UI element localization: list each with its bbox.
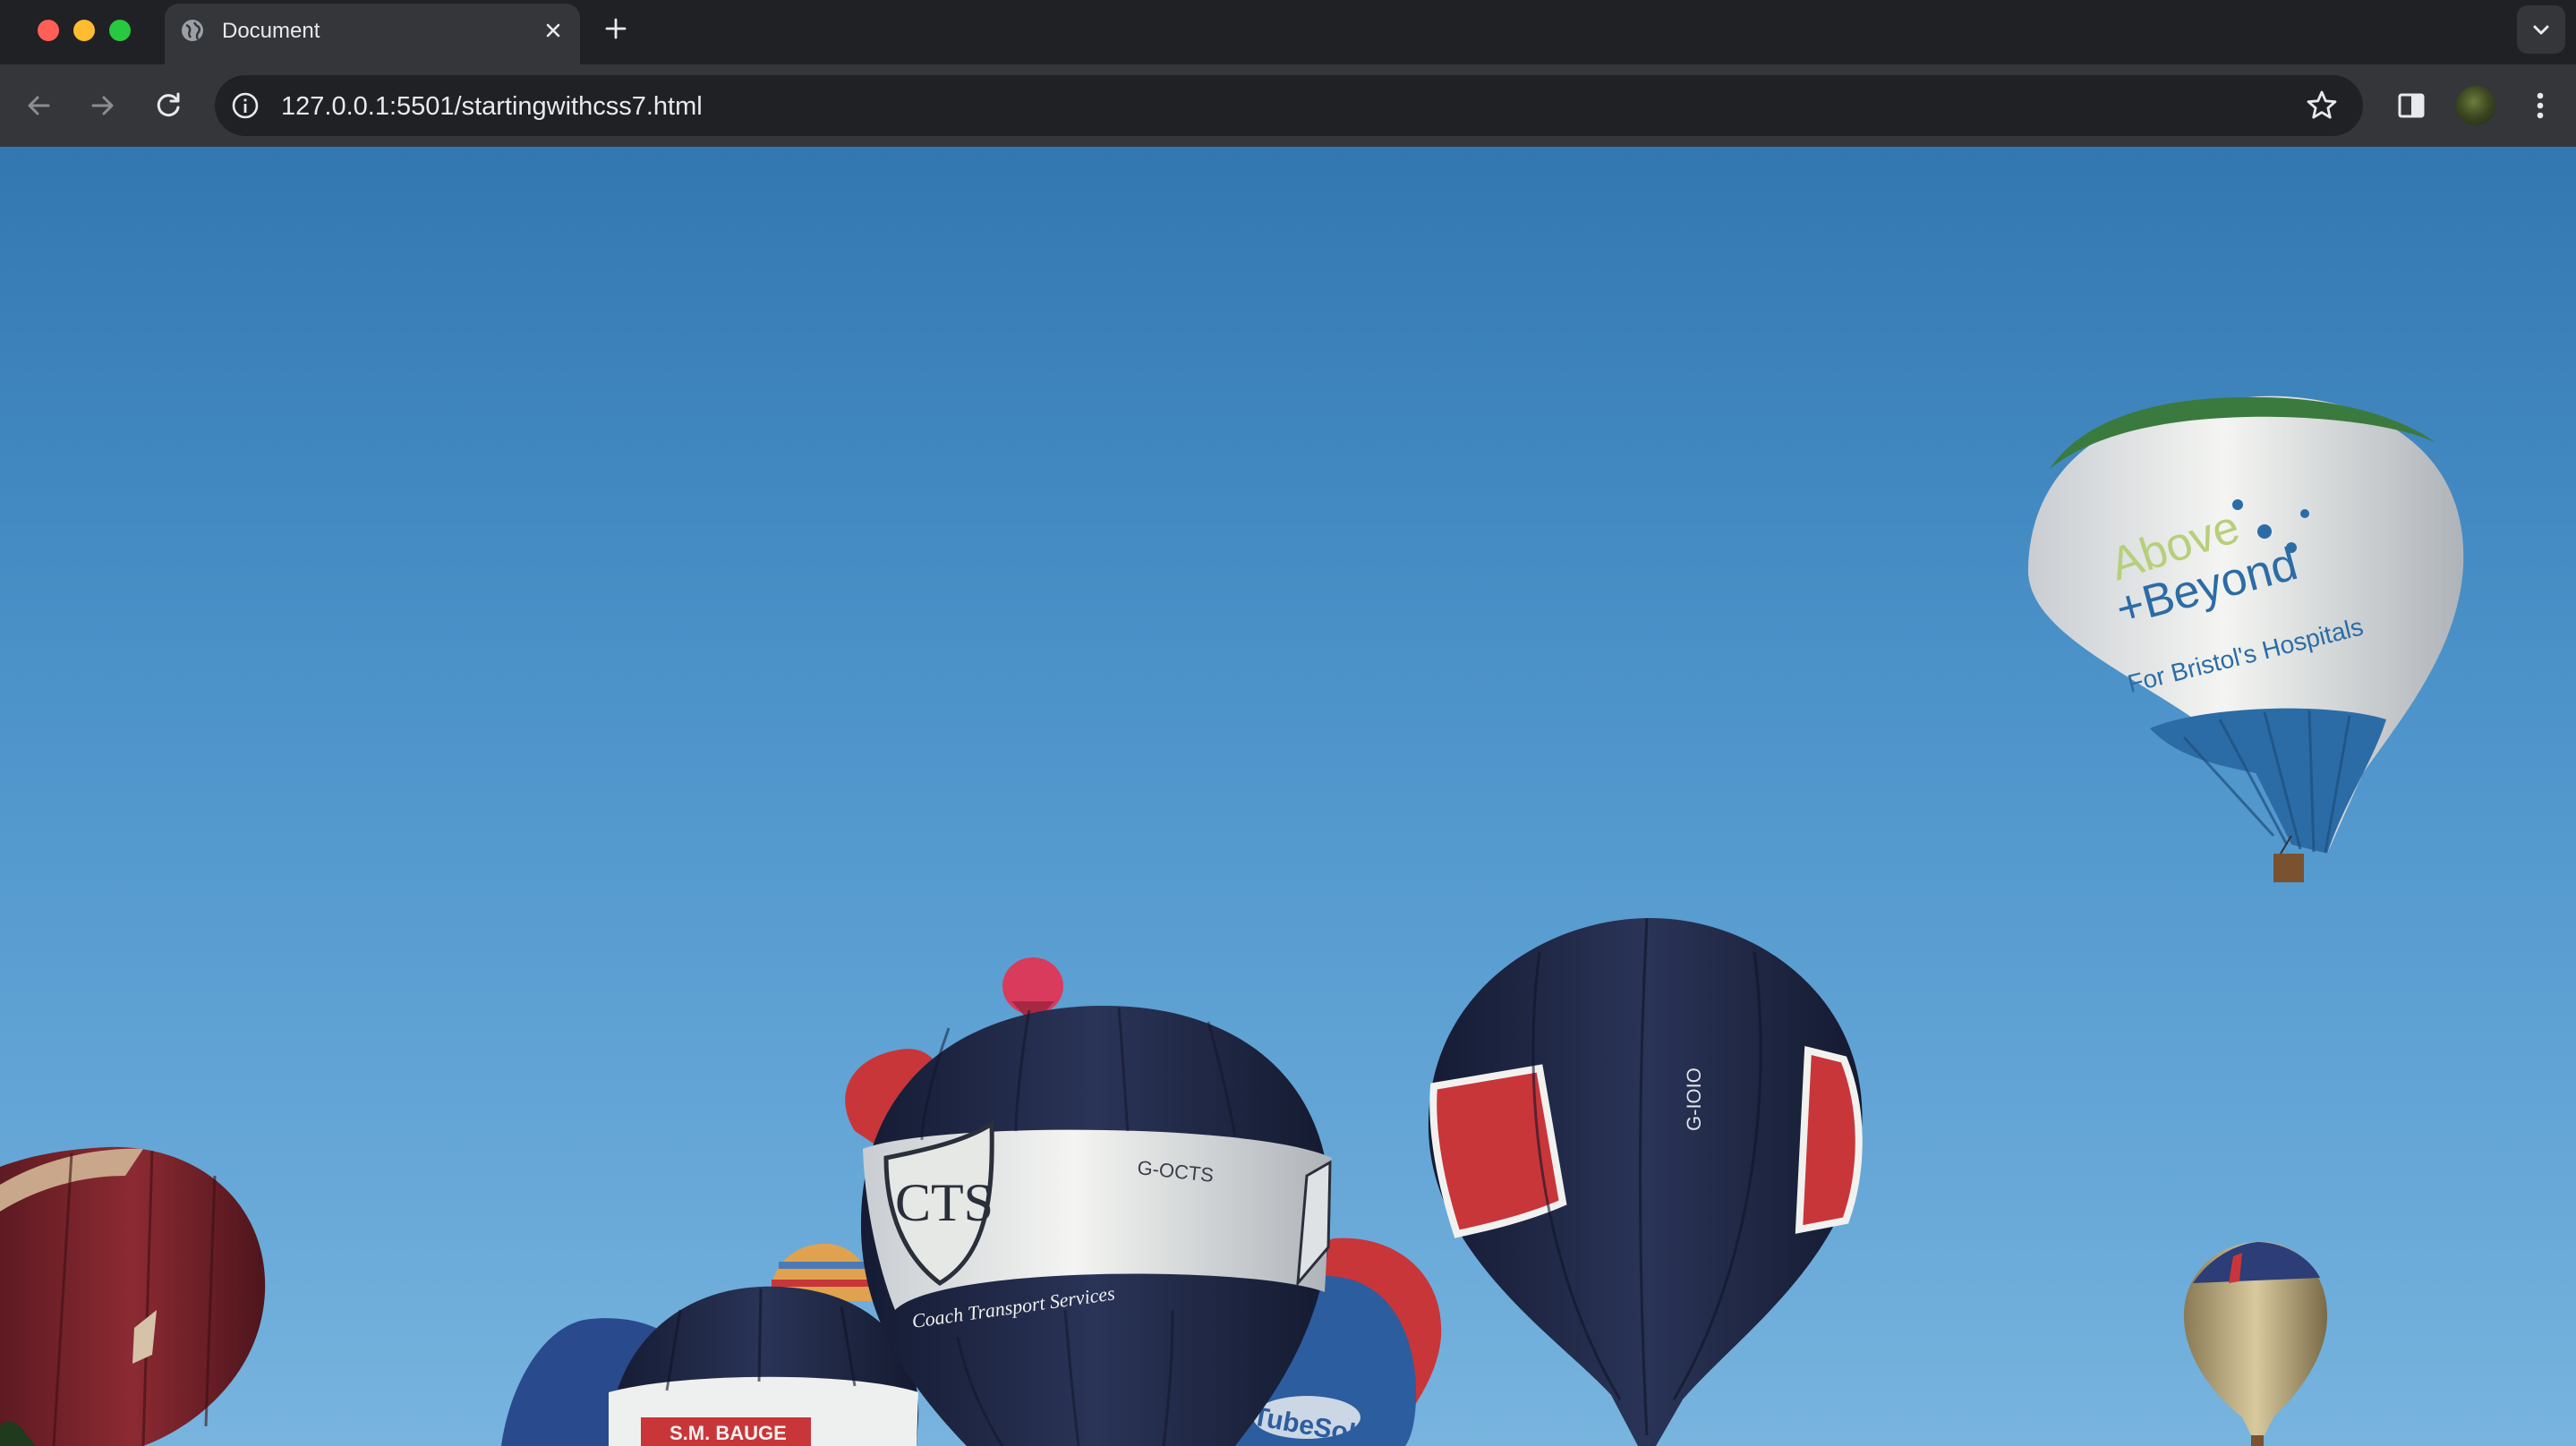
address-bar[interactable]: 127.0.0.1:5501/startingwithcss7.html [215, 75, 2363, 136]
balloon-text-reg: G-IOIO [1683, 1067, 1705, 1131]
maroon-balloon [0, 1146, 266, 1446]
profile-avatar[interactable] [2456, 86, 2495, 125]
browser-window: Document 127.0.0.1:5501/startingwithcss7… [0, 0, 2576, 1446]
close-window-button[interactable] [38, 20, 59, 41]
chevron-down-icon [2533, 25, 2549, 35]
close-tab-icon[interactable] [539, 16, 567, 45]
minimize-window-button[interactable] [73, 20, 95, 41]
page-viewport: Above +Beyond For Bristol's Hospitals G-… [0, 147, 2576, 1446]
info-icon[interactable] [229, 89, 261, 122]
tab-search-button[interactable] [2517, 5, 2565, 54]
sm-bauge-balloon: S.M. BAUGE [609, 1286, 919, 1446]
new-tab-icon[interactable] [600, 13, 632, 45]
cts-balloon: CTS G-OCTS Coach Transport Services [860, 1005, 1332, 1446]
url-text[interactable]: 127.0.0.1:5501/startingwithcss7.html [281, 91, 703, 122]
globe-icon [182, 20, 203, 41]
side-panel-icon[interactable] [2392, 86, 2431, 125]
tab-title: Document [222, 19, 320, 43]
balloon-text-cts: CTS [895, 1173, 994, 1232]
hot-air-balloons-photo: Above +Beyond For Bristol's Hospitals G-… [0, 396, 2464, 1446]
balloon-text-bauge: S.M. BAUGE [670, 1422, 787, 1444]
browser-toolbar: 127.0.0.1:5501/startingwithcss7.html [0, 64, 2576, 147]
reload-icon[interactable] [149, 86, 188, 125]
bookmark-star-icon[interactable] [2304, 88, 2340, 123]
above-beyond-balloon: Above +Beyond For Bristol's Hospitals [2027, 396, 2464, 882]
maximize-window-button[interactable] [109, 20, 131, 41]
gold-balloon [2183, 1241, 2328, 1446]
back-arrow-icon[interactable] [20, 86, 59, 125]
dark-navy-balloon: G-IOIO [1428, 917, 1863, 1446]
tab-document[interactable]: Document [165, 4, 580, 64]
forward-arrow-icon[interactable] [82, 86, 122, 125]
more-menu-icon[interactable] [2522, 86, 2558, 125]
tab-strip: Document [0, 0, 2576, 64]
